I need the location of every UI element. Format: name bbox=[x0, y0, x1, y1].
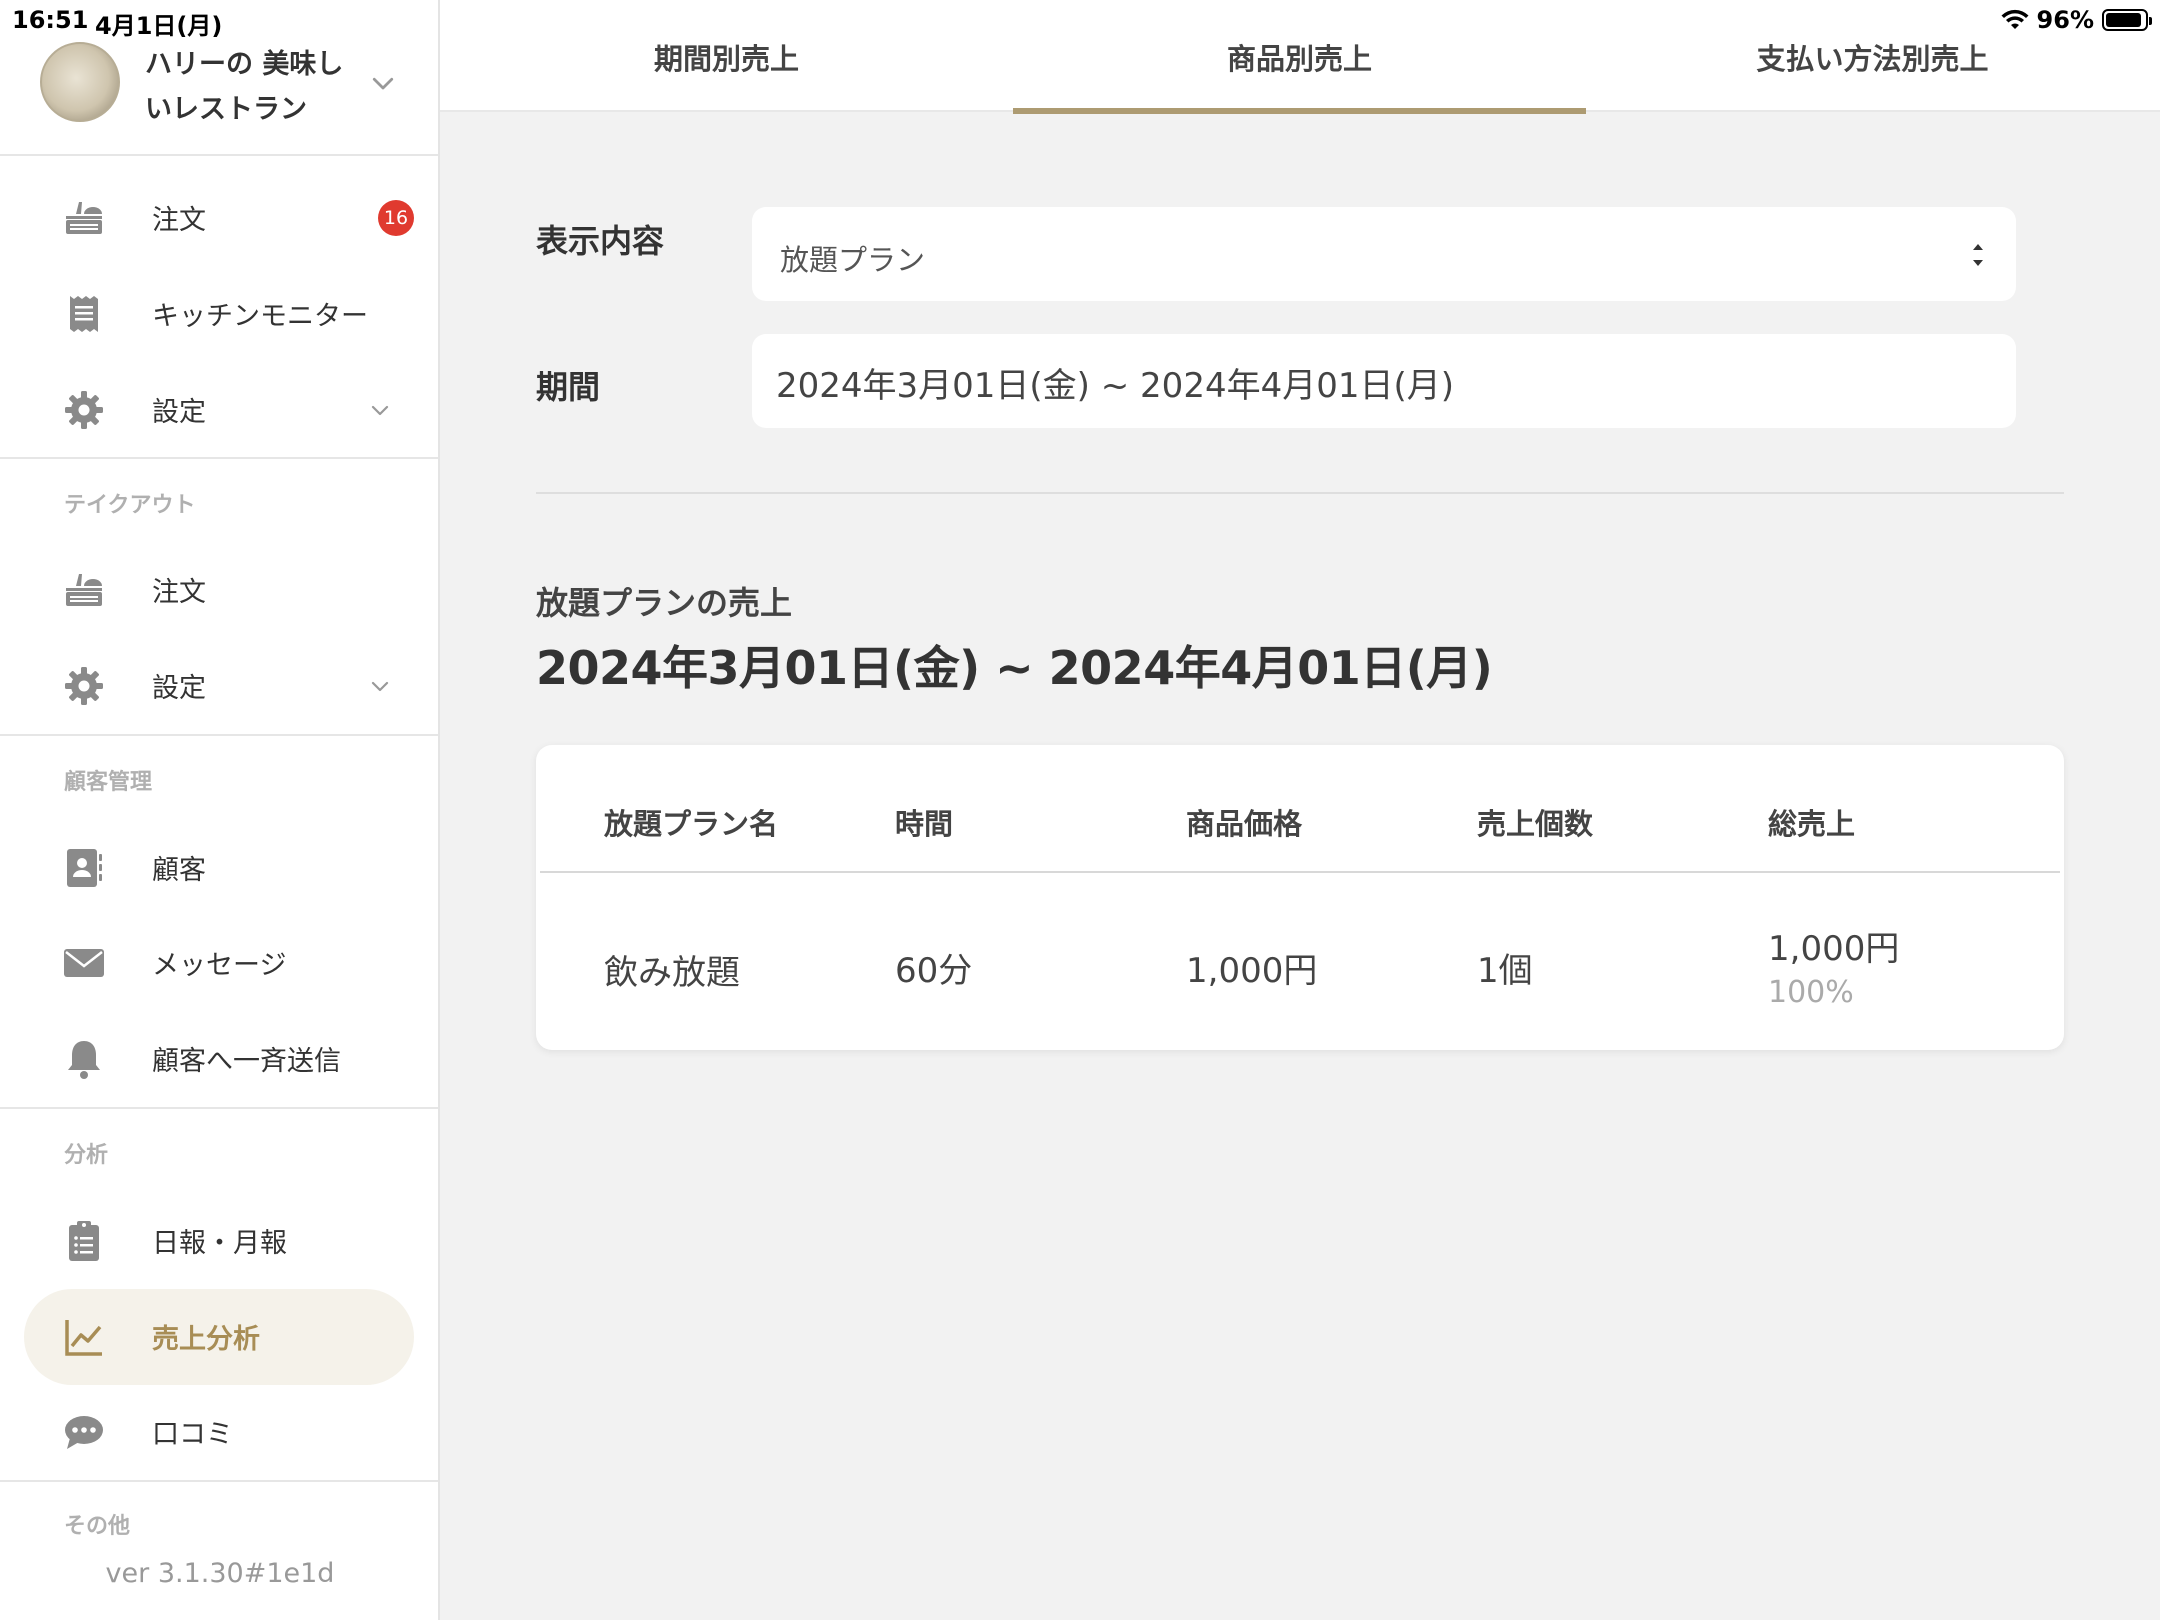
sidebar-item-label: 注文 bbox=[152, 577, 206, 608]
chat-bubble-icon bbox=[62, 1410, 106, 1454]
order-count-badge: 16 bbox=[378, 200, 414, 236]
sidebar-item-label: 注文 bbox=[152, 205, 206, 236]
sidebar-item-label: 口コミ bbox=[152, 1419, 233, 1450]
main-content: 表示内容 放題プラン 期間 2024年3月01日(金) ~ 2024年4月01日… bbox=[440, 112, 2160, 1620]
sales-table: 放題プラン名 時間 商品価格 売上個数 総売上 飲み放題 60分 1,000円 … bbox=[536, 745, 2064, 1050]
column-header-plan-name: 放題プラン名 bbox=[604, 807, 779, 841]
sidebar-item-label: キッチンモニター bbox=[152, 301, 368, 332]
bell-icon bbox=[62, 1037, 106, 1081]
cell-plan-name: 飲み放題 bbox=[604, 953, 740, 993]
sidebar-item-takeout-settings[interactable]: 設定 bbox=[0, 638, 438, 734]
sidebar-item-label: メッセージ bbox=[152, 950, 287, 981]
store-name: ハリーの 美味しいレストラン bbox=[145, 49, 344, 125]
status-right: 96% bbox=[2001, 6, 2152, 34]
column-header-total-sales: 総売上 bbox=[1768, 807, 1856, 841]
status-bar: 16:51 4月1日(月) 96% bbox=[0, 0, 2160, 40]
food-tray-icon bbox=[62, 196, 106, 240]
sidebar-item-label: 顧客へ一斉送信 bbox=[152, 1046, 341, 1077]
header-divider bbox=[540, 871, 2060, 873]
sidebar-item-label: 日報・月報 bbox=[152, 1228, 287, 1259]
cell-total-sales: 1,000円 bbox=[1768, 929, 1900, 969]
sidebar-item-label: 設定 bbox=[152, 397, 206, 428]
divider bbox=[0, 1107, 438, 1109]
cell-total-share: 100% bbox=[1768, 975, 1854, 1010]
sidebar-item-reviews[interactable]: 口コミ bbox=[0, 1384, 438, 1480]
store-avatar bbox=[40, 42, 120, 122]
chevron-down-icon bbox=[368, 674, 392, 698]
gear-icon bbox=[62, 664, 106, 708]
receipt-icon bbox=[62, 292, 106, 336]
battery-percent: 96% bbox=[2036, 6, 2094, 34]
divider bbox=[0, 457, 438, 459]
sidebar-item-sales-analysis[interactable]: 売上分析 bbox=[0, 1289, 438, 1385]
food-tray-icon bbox=[62, 568, 106, 612]
column-header-time: 時間 bbox=[895, 807, 954, 841]
sidebar-item-daily-monthly-report[interactable]: 日報・月報 bbox=[0, 1193, 438, 1289]
status-date: 4月1日(月) bbox=[95, 12, 223, 40]
section-label-customers: 顧客管理 bbox=[64, 770, 153, 795]
wifi-icon bbox=[2001, 9, 2029, 29]
sidebar-item-customers[interactable]: 顧客 bbox=[0, 820, 438, 916]
select-updown-icon bbox=[1966, 235, 1990, 275]
sidebar-item-kitchen-monitor[interactable]: キッチンモニター bbox=[0, 266, 438, 362]
section-divider bbox=[536, 492, 2064, 494]
sidebar-item-orders[interactable]: 注文 16 bbox=[0, 170, 438, 266]
divider bbox=[0, 1480, 438, 1482]
gear-icon bbox=[62, 388, 106, 432]
results-subtitle: 放題プランの売上 bbox=[536, 584, 793, 622]
clipboard-icon bbox=[62, 1219, 106, 1263]
column-header-price: 商品価格 bbox=[1186, 807, 1303, 841]
cell-quantity: 1個 bbox=[1477, 951, 1533, 991]
sidebar-item-label: 顧客 bbox=[152, 855, 206, 886]
sidebar-item-messages[interactable]: メッセージ bbox=[0, 915, 438, 1011]
section-label-analysis: 分析 bbox=[64, 1143, 109, 1168]
envelope-icon bbox=[62, 941, 106, 985]
period-label: 期間 bbox=[536, 368, 601, 406]
divider bbox=[0, 734, 438, 736]
cell-time: 60分 bbox=[895, 951, 973, 991]
contact-book-icon bbox=[62, 846, 106, 890]
sidebar-item-label: 設定 bbox=[152, 673, 206, 704]
section-label-takeout: テイクアウト bbox=[64, 493, 196, 518]
sidebar-item-broadcast[interactable]: 顧客へ一斉送信 bbox=[0, 1011, 438, 1107]
period-value: 2024年3月01日(金) ~ 2024年4月01日(月) bbox=[776, 366, 1455, 406]
display-content-label: 表示内容 bbox=[536, 222, 665, 260]
section-label-other: その他 bbox=[64, 1514, 131, 1539]
period-input[interactable]: 2024年3月01日(金) ~ 2024年4月01日(月) bbox=[752, 334, 2016, 428]
column-header-quantity: 売上個数 bbox=[1477, 807, 1594, 841]
cell-price: 1,000円 bbox=[1186, 951, 1318, 991]
sidebar-item-label: 売上分析 bbox=[152, 1324, 260, 1355]
battery-icon bbox=[2102, 9, 2152, 31]
line-chart-icon bbox=[62, 1315, 106, 1359]
sidebar-item-settings[interactable]: 設定 bbox=[0, 362, 438, 458]
sidebar-item-takeout-orders[interactable]: 注文 bbox=[0, 542, 438, 638]
chevron-down-icon bbox=[368, 398, 392, 422]
app-version: ver 3.1.30#1e1d bbox=[105, 1558, 335, 1589]
sidebar: ハリーの 美味しいレストラン 注文 16 キッチンモニター 設定 テイクアウト … bbox=[0, 0, 440, 1620]
status-time: 16:51 bbox=[12, 6, 89, 34]
display-content-select[interactable]: 放題プラン bbox=[752, 207, 2016, 301]
display-content-value: 放題プラン bbox=[780, 243, 926, 277]
chevron-down-icon bbox=[368, 68, 398, 98]
store-selector[interactable]: ハリーの 美味しいレストラン bbox=[0, 30, 438, 156]
results-period-heading: 2024年3月01日(金) ~ 2024年4月01日(月) bbox=[536, 641, 1493, 695]
